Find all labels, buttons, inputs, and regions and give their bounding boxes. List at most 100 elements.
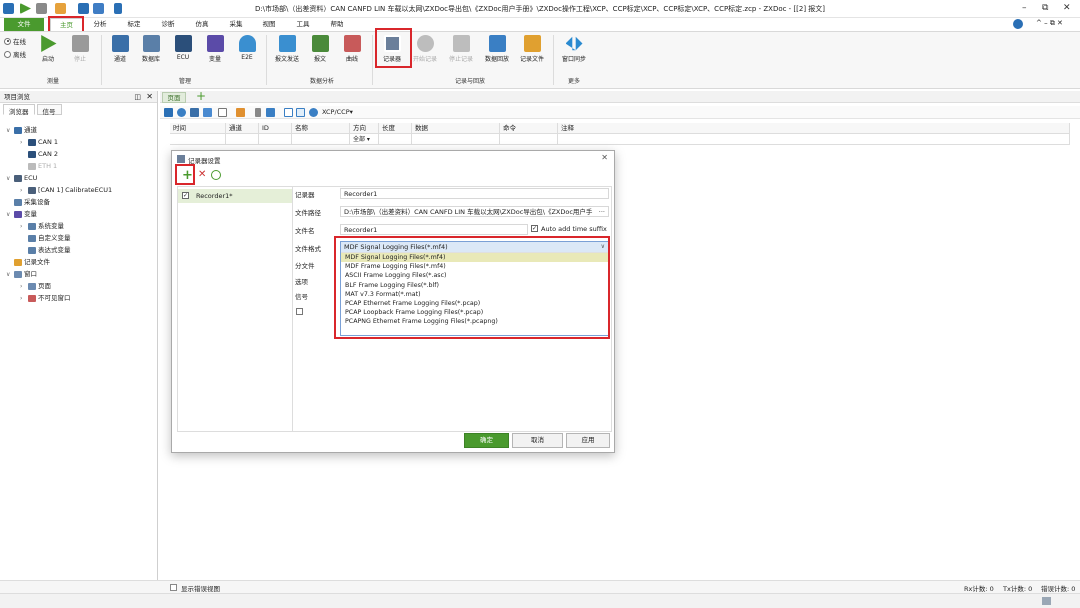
tree-item-hidden-window[interactable]: › 不可见窗口 bbox=[20, 293, 71, 304]
filter-icon[interactable] bbox=[203, 108, 212, 117]
refresh-icon[interactable] bbox=[211, 170, 221, 180]
column-channel[interactable]: 通道 bbox=[226, 123, 259, 134]
message-button[interactable]: 报文 bbox=[305, 35, 335, 63]
checked-icon[interactable]: ✓ bbox=[182, 192, 189, 199]
tree-item-record-files[interactable]: 记录文件 bbox=[6, 257, 50, 268]
format-option[interactable]: MDF Frame Logging Files(*.mf4) bbox=[341, 262, 608, 271]
menu-view[interactable]: 视图 bbox=[257, 18, 281, 31]
menu-calibration[interactable]: 标定 bbox=[122, 18, 146, 31]
pin-icon[interactable]: ◫ bbox=[134, 91, 141, 103]
channel-button[interactable]: 通道 bbox=[105, 35, 135, 63]
tree-item-eth1[interactable]: ETH 1 bbox=[20, 161, 57, 172]
tree-item-can1[interactable]: › CAN 1 bbox=[20, 137, 58, 148]
close-button[interactable]: ✕ bbox=[1063, 3, 1071, 13]
signal-checkbox[interactable] bbox=[296, 308, 303, 315]
open-folder-icon[interactable] bbox=[55, 3, 66, 14]
tree-item-channel[interactable]: ∨ 通道 bbox=[6, 125, 37, 136]
menu-simulation[interactable]: 仿真 bbox=[190, 18, 214, 31]
file-format-selected[interactable]: MDF Signal Logging Files(*.mf4) ∨ bbox=[341, 242, 608, 253]
browse-button[interactable]: ··· bbox=[599, 207, 605, 216]
tree-item-ecu[interactable]: ∨ ECU bbox=[6, 173, 37, 184]
e2e-button[interactable]: E2E bbox=[232, 35, 262, 61]
tab-browser[interactable]: 浏览器 bbox=[3, 104, 35, 116]
column-comment[interactable]: 注释 bbox=[558, 123, 1070, 134]
run-icon[interactable] bbox=[20, 3, 31, 14]
message-view-icon[interactable] bbox=[164, 108, 173, 117]
ecu-button[interactable]: ECU bbox=[168, 35, 198, 61]
add-icon[interactable]: + bbox=[182, 168, 193, 183]
delete-icon[interactable]: ✕ bbox=[198, 169, 206, 180]
xcp-ccp-dropdown[interactable]: XCP/CCP▾ bbox=[322, 108, 353, 116]
tree-item-system-variable[interactable]: › 系统变量 bbox=[20, 221, 64, 232]
menu-analysis[interactable]: 分析 bbox=[88, 18, 112, 31]
gear-icon[interactable] bbox=[309, 108, 318, 117]
column-direction[interactable]: 方向 bbox=[350, 123, 379, 134]
column-time[interactable]: 时间 bbox=[170, 123, 226, 134]
recorder-name-input[interactable]: Recorder1 bbox=[340, 188, 609, 199]
stop-record-button[interactable]: 停止记录 bbox=[446, 35, 476, 63]
direction-filter[interactable]: 全部 ▾ bbox=[350, 134, 379, 145]
menu-acquisition[interactable]: 采集 bbox=[224, 18, 248, 31]
format-icon[interactable] bbox=[266, 108, 275, 117]
filter-cell[interactable] bbox=[412, 134, 500, 145]
checkbox-icon[interactable] bbox=[218, 108, 227, 117]
menu-home[interactable]: 主页 bbox=[50, 18, 83, 31]
send-message-button[interactable]: 报文发送 bbox=[272, 35, 302, 63]
panel-close-icon[interactable]: ✕ bbox=[146, 91, 153, 103]
search-icon[interactable] bbox=[177, 108, 186, 117]
column-data[interactable]: 数据 bbox=[412, 123, 500, 134]
tree-item-window[interactable]: ∨ 窗口 bbox=[6, 269, 37, 280]
filter-cell[interactable] bbox=[259, 134, 292, 145]
cancel-button[interactable]: 取消 bbox=[512, 433, 563, 448]
menu-diagnostics[interactable]: 诊断 bbox=[156, 18, 180, 31]
format-option[interactable]: MDF Signal Logging Files(*.mf4) bbox=[341, 253, 608, 263]
minimize-button[interactable]: – bbox=[1022, 3, 1027, 13]
format-option[interactable]: PCAP Loopback Frame Logging Files(*.pcap… bbox=[341, 308, 608, 317]
recorder-list-item[interactable]: ✓ Recorder1* bbox=[178, 189, 292, 203]
column-length[interactable]: 长度 bbox=[379, 123, 412, 134]
curve-button[interactable]: 曲线 bbox=[337, 35, 367, 63]
tree-item-variable[interactable]: ∨ 变量 bbox=[6, 209, 37, 220]
save-icon[interactable] bbox=[78, 3, 89, 14]
format-option[interactable]: ASCII Frame Logging Files(*.asc) bbox=[341, 271, 608, 280]
ribbon-mini-controls[interactable]: ^ – ⧉ ✕ bbox=[1036, 19, 1063, 28]
online-radio[interactable]: 在线 bbox=[4, 36, 26, 46]
dialog-close-icon[interactable]: ✕ bbox=[601, 153, 608, 162]
tree-item-custom-variable[interactable]: 自定义变量 bbox=[20, 233, 71, 244]
playback-button[interactable]: 数据回放 bbox=[482, 35, 512, 63]
file-name-input[interactable]: Recorder1 bbox=[340, 224, 528, 235]
apply-button[interactable]: 应用 bbox=[566, 433, 610, 448]
ok-button[interactable]: 确定 bbox=[464, 433, 509, 448]
grid-view-icon[interactable] bbox=[296, 108, 305, 117]
stop-icon[interactable] bbox=[36, 3, 47, 14]
tree-item-page[interactable]: › 页面 bbox=[20, 281, 51, 292]
file-path-input[interactable]: D:\市场部\（出差资料）CAN CANFD LIN 车载以太网\ZXDoc导出… bbox=[340, 206, 609, 217]
auto-suffix-checkbox[interactable]: ✓ bbox=[531, 225, 538, 232]
format-option[interactable]: PCAP Ethernet Frame Logging Files(*.pcap… bbox=[341, 299, 608, 308]
settings-wrench-icon[interactable] bbox=[114, 3, 122, 14]
file-format-dropdown[interactable]: MDF Signal Logging Files(*.mf4) ∨ MDF Sig… bbox=[340, 241, 609, 336]
list-view-icon[interactable] bbox=[284, 108, 293, 117]
database-button[interactable]: 数据库 bbox=[136, 35, 166, 63]
start-button[interactable]: 启动 bbox=[33, 35, 63, 63]
bookmark-icon[interactable] bbox=[190, 108, 199, 117]
filter-cell[interactable] bbox=[170, 134, 226, 145]
tab-signal[interactable]: 信号 bbox=[36, 104, 62, 116]
pause-icon[interactable] bbox=[255, 108, 261, 117]
tree-item-can2[interactable]: CAN 2 bbox=[20, 149, 58, 160]
add-page-icon[interactable]: + bbox=[196, 89, 206, 103]
start-record-button[interactable]: 开始记录 bbox=[410, 35, 440, 63]
tab-page[interactable]: 页面 bbox=[162, 92, 186, 103]
filter-cell[interactable] bbox=[226, 134, 259, 145]
menu-tools[interactable]: 工具 bbox=[291, 18, 315, 31]
filter-cell[interactable] bbox=[379, 134, 412, 145]
tree-item-calibrate-ecu1[interactable]: › [CAN 1] CalibrateECU1 bbox=[20, 185, 112, 196]
variable-button[interactable]: 变量 bbox=[200, 35, 230, 63]
globe-icon[interactable] bbox=[1013, 19, 1023, 29]
format-option[interactable]: PCAPNG Ethernet Frame Logging Files(*.pc… bbox=[341, 317, 608, 326]
format-option[interactable]: MAT v7.3 Format(*.mat) bbox=[341, 290, 608, 299]
highlight-icon[interactable] bbox=[236, 108, 245, 117]
filter-cell[interactable] bbox=[500, 134, 558, 145]
filter-cell[interactable] bbox=[292, 134, 350, 145]
column-id[interactable]: ID bbox=[259, 123, 292, 134]
